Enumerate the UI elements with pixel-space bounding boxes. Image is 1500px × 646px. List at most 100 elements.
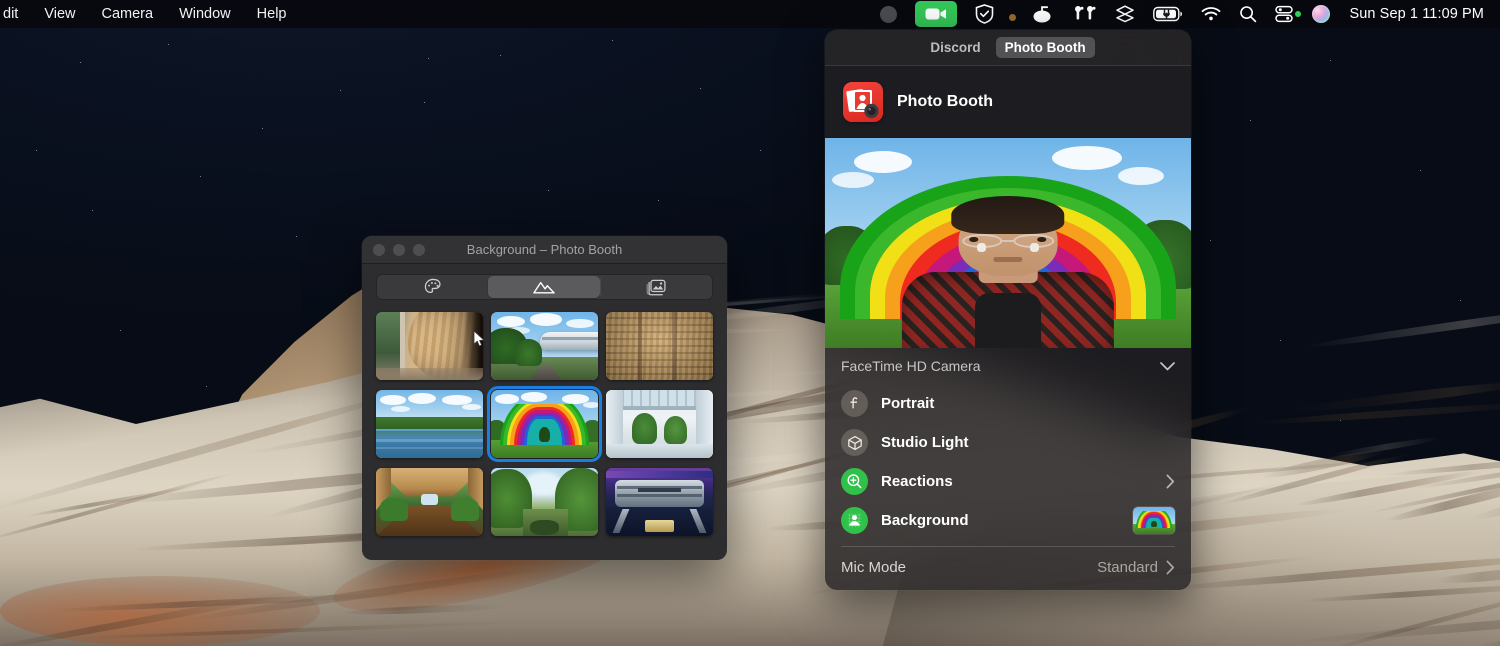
aperture-f-icon	[841, 390, 868, 417]
photos-icon	[646, 279, 666, 296]
video-camera-active-icon[interactable]	[906, 0, 966, 28]
camera-preview[interactable]	[825, 138, 1191, 348]
row-background-label: Background	[881, 512, 1120, 529]
menu-edit[interactable]: dit	[0, 3, 31, 25]
mountains-icon	[533, 279, 555, 295]
photo-booth-window[interactable]: Background – Photo Booth	[362, 236, 727, 560]
background-thumbnail-orchard[interactable]	[491, 468, 598, 536]
row-reactions[interactable]: Reactions	[825, 462, 1191, 501]
preview-cloud	[854, 151, 912, 173]
popover-app-name: Photo Booth	[897, 93, 993, 111]
popover-app-tabs: Discord Photo Booth	[825, 30, 1191, 66]
star	[760, 150, 761, 151]
battery-charging-icon[interactable]	[1144, 0, 1192, 28]
star	[1250, 120, 1251, 121]
adguard-shield-icon[interactable]	[966, 0, 1003, 28]
star	[340, 90, 341, 91]
star	[1340, 420, 1341, 421]
minimize-button[interactable]	[393, 244, 405, 256]
star	[92, 210, 93, 211]
background-thumbnail-theater[interactable]	[606, 468, 713, 536]
maximize-button[interactable]	[413, 244, 425, 256]
menu-view[interactable]: View	[31, 3, 88, 25]
palette-icon	[424, 278, 442, 296]
reactions-icon	[841, 468, 868, 495]
menu-bar: dit View Camera Window Help	[0, 0, 1500, 28]
row-mic-mode[interactable]: Mic Mode Standard	[825, 547, 1191, 589]
star	[612, 40, 613, 41]
tab-effects[interactable]	[378, 276, 488, 298]
star	[36, 150, 37, 151]
popover-app-header: Photo Booth	[825, 66, 1191, 138]
rainbow-thumbnail[interactable]	[1133, 507, 1175, 534]
menu-bar-status-area: Sun Sep 1 11:09 PM	[871, 0, 1500, 28]
background-thumbnail-tunnel[interactable]	[376, 468, 483, 536]
tab-photo-booth[interactable]: Photo Booth	[996, 37, 1095, 58]
siri-icon[interactable]	[1303, 0, 1339, 28]
camera-selector[interactable]: FaceTime HD Camera	[825, 348, 1191, 384]
rock-orange-streak-2	[0, 576, 320, 646]
star	[424, 102, 425, 103]
menu-camera[interactable]: Camera	[89, 3, 167, 25]
chevron-right-icon	[1166, 560, 1175, 575]
star	[548, 190, 549, 191]
star	[428, 58, 429, 59]
star	[262, 128, 263, 129]
row-portrait-label: Portrait	[881, 395, 1175, 412]
star	[658, 200, 659, 201]
row-studio-light[interactable]: Studio Light	[825, 423, 1191, 462]
person-grid-icon	[841, 507, 868, 534]
control-center-icon[interactable]	[1266, 0, 1303, 28]
background-thumbnail-grid	[376, 312, 713, 536]
star	[1210, 240, 1211, 241]
wifi-icon[interactable]	[1192, 0, 1230, 28]
tab-photo-library[interactable]	[600, 276, 711, 298]
cube-icon	[841, 429, 868, 456]
star	[500, 55, 501, 56]
background-thumbnail-wood-slats[interactable]	[606, 312, 713, 380]
photo-booth-app-icon	[843, 82, 883, 122]
star	[1460, 300, 1461, 301]
background-thumbnail-wood-curve[interactable]	[376, 312, 483, 380]
mic-mode-label: Mic Mode	[841, 559, 1097, 576]
camera-name: FaceTime HD Camera	[841, 358, 981, 374]
star	[168, 44, 169, 45]
mic-mode-value: Standard	[1097, 559, 1158, 576]
star	[206, 386, 207, 387]
star	[120, 330, 121, 331]
spotlight-search-icon[interactable]	[1230, 0, 1266, 28]
notification-dot-icon[interactable]	[1003, 0, 1022, 28]
app-status-icon[interactable]	[1022, 0, 1064, 28]
tab-discord[interactable]: Discord	[921, 37, 989, 58]
preview-person	[825, 176, 1191, 348]
row-portrait[interactable]: Portrait	[825, 384, 1191, 423]
row-background[interactable]: Background	[825, 501, 1191, 540]
window-title-bar[interactable]: Background – Photo Booth	[362, 236, 727, 264]
background-thumbnail-pond[interactable]	[376, 390, 483, 458]
menu-bar-clock[interactable]: Sun Sep 1 11:09 PM	[1339, 6, 1490, 22]
menu-bar-left: dit View Camera Window Help	[0, 0, 299, 28]
background-thumbnail-apple-park-ring[interactable]	[491, 312, 598, 380]
star	[1330, 60, 1331, 61]
star	[80, 62, 81, 63]
airpods-icon[interactable]	[1064, 0, 1106, 28]
star	[700, 88, 701, 89]
star	[296, 236, 297, 237]
star	[200, 176, 201, 177]
video-effects-popover[interactable]: Discord Photo Booth Photo Booth	[825, 30, 1191, 590]
background-category-tabs	[376, 274, 713, 300]
layers-icon[interactable]	[1106, 0, 1144, 28]
background-thumbnail-rainbow[interactable]	[491, 390, 598, 458]
background-thumbnail-atrium[interactable]	[606, 390, 713, 458]
gray-circle-icon[interactable]	[871, 0, 906, 28]
menu-window[interactable]: Window	[166, 3, 244, 25]
window-body	[362, 264, 727, 548]
tab-backgrounds[interactable]	[488, 276, 599, 298]
control-center-status-dot	[1295, 11, 1301, 17]
menu-help[interactable]: Help	[244, 3, 300, 25]
desktop-wallpaper	[0, 0, 1500, 646]
mouse-cursor	[473, 330, 486, 353]
close-button[interactable]	[373, 244, 385, 256]
chevron-down-icon	[1160, 362, 1175, 371]
row-studio-light-label: Studio Light	[881, 434, 1175, 451]
